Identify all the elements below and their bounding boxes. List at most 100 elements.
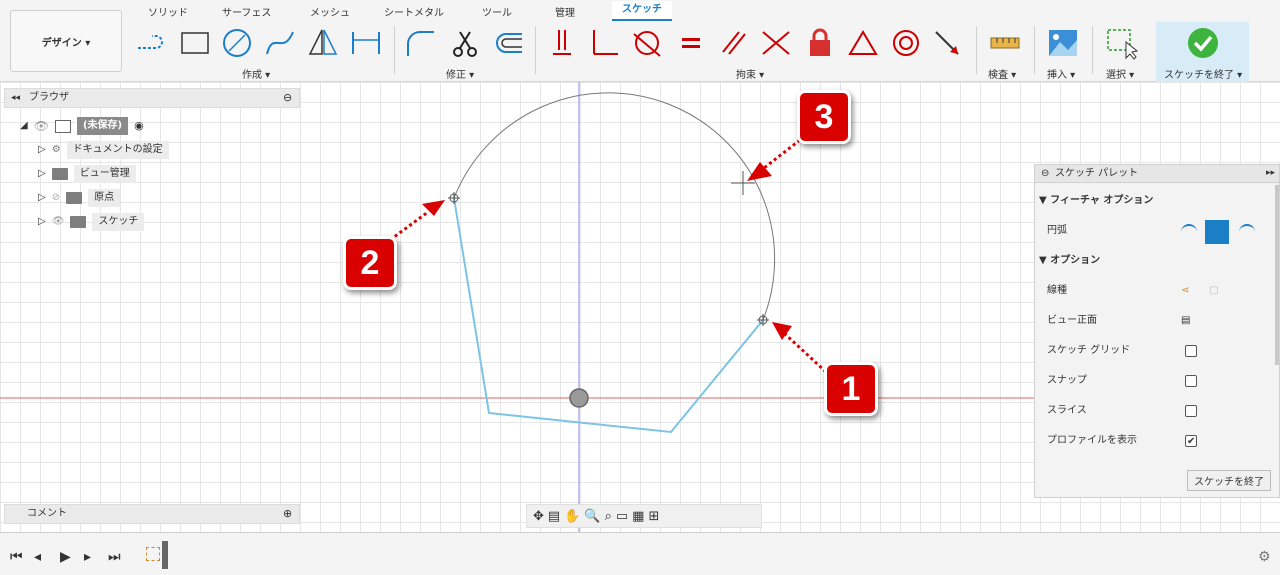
sketch-lines[interactable] [453, 197, 764, 434]
callout-1: 1 [824, 362, 878, 416]
origin-point[interactable] [569, 388, 589, 408]
modify-group-label[interactable]: 修正 ▾ [446, 66, 474, 81]
fillet-icon [407, 31, 434, 56]
line-tool[interactable] [134, 26, 168, 60]
select-group-label[interactable]: 選択 ▾ [1106, 66, 1134, 81]
pan-icon[interactable]: ✋ [564, 509, 580, 524]
offset-tool[interactable] [492, 26, 526, 60]
equal-constraint[interactable] [674, 26, 708, 60]
timeline-marker[interactable] [162, 541, 168, 569]
tree-root[interactable]: ◢ 👁 (未保存) ◉ [20, 117, 144, 135]
collapse-triangle-icon[interactable]: ◢ [20, 117, 28, 135]
expand-triangle-icon[interactable]: ▷ [38, 141, 46, 159]
step-back-icon[interactable]: ◂ [34, 549, 41, 565]
symmetric-constraint[interactable] [846, 26, 880, 60]
arc-type-3-icon[interactable] [1239, 224, 1255, 238]
concentric-icon [893, 30, 919, 56]
tab-sheet-metal[interactable]: シートメタル [384, 4, 444, 19]
insert-group-label[interactable]: 挿入 ▾ [1047, 66, 1075, 81]
eye-hidden-icon[interactable]: ⊘ [52, 189, 60, 207]
show-profile-checkbox[interactable] [1185, 431, 1197, 453]
fillet-tool[interactable] [404, 26, 438, 60]
parallel-constraint[interactable] [717, 26, 751, 60]
palette-scrollbar[interactable] [1275, 185, 1279, 365]
browser-panel-header[interactable]: ◂◂ ブラウザ ⊖ [4, 88, 300, 108]
tab-mesh[interactable]: メッシュ [310, 4, 350, 19]
palette-header[interactable]: ⊖ スケッチ パレット ▸▸ [1035, 165, 1279, 183]
activate-radio-icon[interactable]: ◉ [134, 117, 144, 135]
finish-sketch-button[interactable]: スケッチを終了 [1187, 470, 1271, 491]
look-at-icon[interactable]: ▤ [1181, 310, 1190, 332]
midpoint-constraint[interactable] [930, 26, 964, 60]
ruler-icon [990, 37, 1020, 49]
mirror-tool[interactable] [306, 26, 340, 60]
tab-manage[interactable]: 管理 [555, 4, 575, 19]
fix-constraint[interactable] [803, 26, 837, 60]
midpoint-icon [935, 31, 959, 55]
parallel-icon [722, 31, 746, 55]
tab-sketch[interactable]: スケッチ [612, 1, 672, 21]
expand-triangle-icon[interactable]: ▷ [38, 213, 46, 231]
go-to-start-icon[interactable]: ⏮ [10, 549, 23, 565]
tab-surface[interactable]: サーフェス [222, 4, 271, 19]
collapse-panel-icon[interactable]: ◂◂ [11, 89, 20, 107]
tree-item-sketches[interactable]: ▷ 👁 スケッチ [38, 213, 145, 231]
concentric-constraint[interactable] [889, 26, 923, 60]
zoom-icon[interactable]: 🔍 [584, 509, 600, 524]
design-workspace-button[interactable]: デザイン ▾ [10, 10, 122, 72]
measure-tool[interactable] [988, 26, 1022, 60]
tree-item-origin[interactable]: ▷ ⊘ 原点 [38, 189, 121, 207]
tree-item-named-views[interactable]: ▷ ビュー管理 [38, 165, 136, 183]
sketch-arc[interactable] [453, 92, 776, 321]
add-comment-icon[interactable]: ⊕ [283, 505, 292, 523]
create-group-label[interactable]: 作成 ▾ [242, 66, 270, 81]
centerline-icon[interactable]: ▢ [1209, 280, 1218, 302]
viewports-icon[interactable]: ⊞ [648, 509, 659, 524]
slice-checkbox[interactable] [1185, 405, 1197, 417]
constraints-group-label[interactable]: 拘束 ▾ [736, 66, 764, 81]
grid-settings-icon[interactable]: ▦ [632, 509, 644, 524]
construction-line-icon[interactable]: ⋖ [1181, 280, 1189, 302]
orbit-icon[interactable]: ✥ [533, 509, 544, 524]
perpendicular-constraint[interactable] [588, 26, 622, 60]
insert-image-tool[interactable] [1046, 26, 1080, 60]
sketch-feature-icon[interactable] [146, 547, 160, 561]
comment-panel-header[interactable]: コメント ⊕ [4, 504, 300, 524]
options-section[interactable]: ▼ オプション [1035, 250, 1271, 272]
expand-panel-icon[interactable]: ▸▸ [1266, 165, 1275, 182]
coincident-constraint[interactable] [545, 26, 579, 60]
expand-triangle-icon[interactable]: ▷ [38, 189, 46, 207]
snap-checkbox[interactable] [1185, 375, 1197, 387]
triangle-icon [848, 30, 878, 55]
minimize-icon[interactable]: ⊖ [283, 89, 292, 107]
rectangle-tool[interactable] [178, 26, 212, 60]
eye-icon[interactable]: 👁 [52, 213, 65, 231]
tree-item-document-settings[interactable]: ▷ ⚙ ドキュメントの設定 [38, 141, 169, 159]
select-tool[interactable] [1104, 26, 1139, 60]
endpoint-marker[interactable] [448, 192, 460, 204]
display-settings-icon[interactable]: ▭ [616, 509, 628, 524]
minimize-icon[interactable]: ⊖ [1041, 165, 1049, 182]
look-at-icon[interactable]: ▤ [548, 509, 560, 524]
spline-tool[interactable] [263, 26, 297, 60]
arc-type-1-icon[interactable] [1181, 224, 1197, 238]
play-icon[interactable]: ▶ [60, 549, 71, 565]
tab-tools[interactable]: ツール [482, 4, 512, 19]
gear-icon[interactable]: ⚙ [1258, 549, 1271, 565]
feature-options-section[interactable]: ▼ フィーチャ オプション [1035, 190, 1271, 212]
tangent-constraint[interactable] [630, 26, 664, 60]
expand-triangle-icon[interactable]: ▷ [38, 165, 46, 183]
step-forward-icon[interactable]: ▸ [84, 549, 91, 565]
finish-sketch-group[interactable]: スケッチを終了 ▾ [1156, 22, 1249, 82]
sketch-grid-checkbox[interactable] [1185, 345, 1197, 357]
eye-icon[interactable]: 👁 [34, 117, 49, 135]
trim-tool[interactable] [448, 26, 482, 60]
dimension-tool[interactable] [349, 26, 383, 60]
fit-icon[interactable]: ⌕ [605, 509, 612, 524]
tab-solid[interactable]: ソリッド [148, 4, 188, 19]
inspect-group-label[interactable]: 検査 ▾ [988, 66, 1016, 81]
arc-type-2-button[interactable] [1205, 220, 1229, 244]
circle-tool[interactable] [220, 26, 254, 60]
collinear-constraint[interactable] [759, 26, 793, 60]
go-to-end-icon[interactable]: ⏭ [108, 549, 121, 565]
